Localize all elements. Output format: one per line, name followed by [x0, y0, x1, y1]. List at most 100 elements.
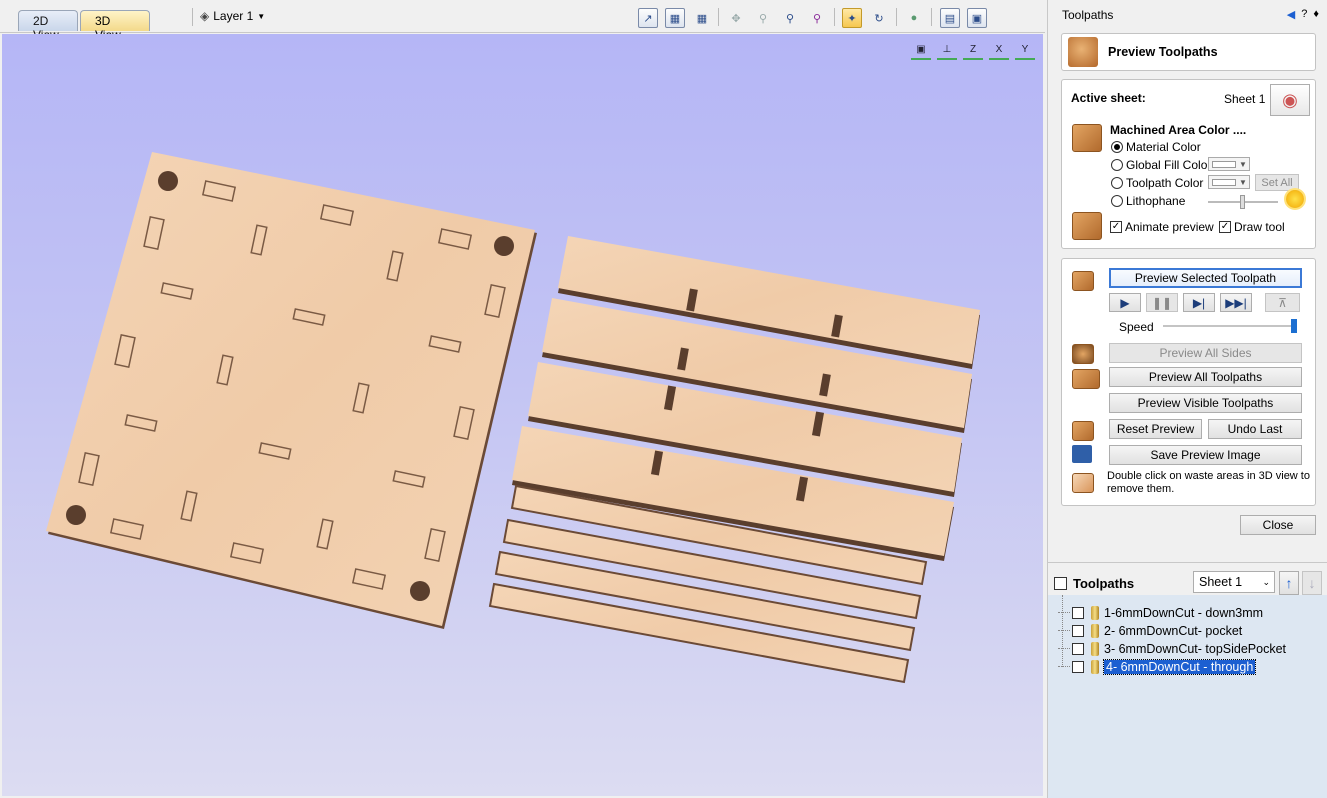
- machined-parts-render: [46, 152, 980, 684]
- move-up-button[interactable]: ↑: [1279, 571, 1299, 595]
- chevron-down-icon: ▼: [1239, 159, 1247, 169]
- reset-preview-button[interactable]: Reset Preview: [1109, 419, 1202, 439]
- active-sheet-label: Active sheet:: [1071, 91, 1146, 105]
- toolpath-item[interactable]: 1-6mmDownCut - down3mm: [1058, 604, 1263, 621]
- preview-selected-button[interactable]: Preview Selected Toolpath: [1109, 268, 1302, 288]
- base-panel: [46, 152, 537, 629]
- lithophane-slider[interactable]: [1208, 195, 1278, 209]
- toolpath-item[interactable]: 3- 6mmDownCut- topSidePocket: [1058, 640, 1287, 657]
- set-all-button[interactable]: Set All: [1255, 174, 1299, 191]
- preview-visible-button[interactable]: Preview Visible Toolpaths: [1109, 393, 1302, 413]
- machined-area-icon: [1072, 124, 1102, 152]
- radio-material-color[interactable]: [1111, 141, 1123, 153]
- sheet-dropdown[interactable]: Sheet 1 ⌄: [1193, 571, 1275, 593]
- pin-icon[interactable]: ◀: [1287, 8, 1295, 21]
- layer-dropdown[interactable]: ◈ Layer 1 ▼: [200, 9, 265, 23]
- transform-icon[interactable]: ↻: [869, 8, 889, 28]
- chevron-down-icon: ▼: [257, 11, 266, 21]
- toolpath-list-section: Toolpaths Sheet 1 ⌄ ↑ ↓ 1-6mmDownCut - d…: [1048, 562, 1327, 798]
- toolpath-item-selected[interactable]: 4- 6mmDownCut - through: [1058, 658, 1257, 675]
- sheet-dropdown-value: Sheet 1: [1199, 575, 1243, 589]
- draw-tool-label: Draw tool: [1234, 220, 1285, 234]
- viewport-pane: 2D View 3D View ◈ Layer 1 ▼ ↗ ▦ ▦ ✥ ⚲ ⚲ …: [0, 0, 1045, 798]
- view-toolbar: 2D View 3D View ◈ Layer 1 ▼ ↗ ▦ ▦ ✥ ⚲ ⚲ …: [0, 0, 1045, 42]
- toolpath-name: 4- 6mmDownCut - through: [1102, 658, 1257, 675]
- panel-header-icons: ◀ ? ♦: [1287, 8, 1319, 21]
- lithophane-option[interactable]: Lithophane: [1111, 194, 1185, 208]
- slider-thumb[interactable]: [1240, 195, 1245, 209]
- toolpath-checkbox[interactable]: [1072, 642, 1084, 655]
- pause-icon: ❚❚: [1151, 295, 1173, 310]
- toolpath-color-option[interactable]: Toolpath Color: [1111, 176, 1203, 190]
- pan-icon[interactable]: ✥: [726, 8, 746, 28]
- toolpath-checkbox[interactable]: [1072, 606, 1084, 619]
- skip-end-button[interactable]: ▶▶|: [1220, 293, 1252, 312]
- slider-thumb[interactable]: [1291, 319, 1297, 333]
- node-icon[interactable]: ▦: [665, 8, 685, 28]
- layers-icon: ◈: [200, 9, 210, 23]
- tab-2d-view[interactable]: 2D View: [18, 10, 78, 42]
- drill-bit-icon: [1091, 605, 1099, 620]
- stop-icon: ⊼: [1278, 295, 1287, 310]
- toolpaths-label: Toolpaths: [1073, 576, 1135, 591]
- preview-all-toolpaths-icon: [1072, 369, 1100, 389]
- color-swatch: [1212, 178, 1236, 186]
- float-icon[interactable]: ♦: [1313, 8, 1319, 21]
- speed-slider[interactable]: [1163, 319, 1297, 333]
- global-fill-option[interactable]: Global Fill Color: [1111, 158, 1211, 172]
- save-preview-image-button[interactable]: Save Preview Image: [1109, 445, 1302, 465]
- zoom-box-icon[interactable]: ⚲: [753, 8, 773, 28]
- toolpath-checkbox[interactable]: [1072, 624, 1084, 637]
- pause-button[interactable]: ❚❚: [1146, 293, 1178, 312]
- tree-line: [1062, 595, 1063, 667]
- toolpath-checkbox[interactable]: [1072, 660, 1084, 673]
- tab-3d-view[interactable]: 3D View: [80, 10, 150, 42]
- preview-title-box: Preview Toolpaths: [1061, 33, 1316, 71]
- palette-icon[interactable]: ◉: [1270, 84, 1310, 116]
- tree-branch: [1058, 612, 1070, 613]
- play-icon: ▶: [1120, 295, 1130, 310]
- help-icon[interactable]: ?: [1301, 8, 1307, 21]
- zoom-fit-icon[interactable]: ⚲: [780, 8, 800, 28]
- 3d-scene[interactable]: ▣ ⊥ Z X Y: [2, 34, 1043, 796]
- step-button[interactable]: ▶|: [1183, 293, 1215, 312]
- move-down-button[interactable]: ↓: [1302, 571, 1322, 595]
- close-button[interactable]: Close: [1240, 515, 1316, 535]
- snap-icon[interactable]: ✦: [842, 8, 862, 28]
- toolpath-item[interactable]: 2- 6mmDownCut- pocket: [1058, 622, 1242, 639]
- toolpath-list: 1-6mmDownCut - down3mm 2- 6mmDownCut- po…: [1048, 595, 1327, 798]
- undo-last-button[interactable]: Undo Last: [1208, 419, 1302, 439]
- color-swatch: [1212, 160, 1236, 168]
- checkbox-draw-tool[interactable]: ✓: [1219, 221, 1231, 233]
- checkbox-all-toolpaths[interactable]: [1054, 577, 1067, 590]
- radio-lithophane[interactable]: [1111, 195, 1123, 207]
- toolpath-color-picker[interactable]: ▼: [1208, 175, 1250, 189]
- toolpath-color-label: Toolpath Color: [1126, 176, 1204, 190]
- lithophane-label: Lithophane: [1126, 194, 1186, 208]
- preview-all-toolpaths-button[interactable]: Preview All Toolpaths: [1109, 367, 1302, 387]
- layout-icon[interactable]: ▣: [967, 8, 987, 28]
- active-sheet-value: Sheet 1: [1224, 92, 1266, 106]
- stop-button[interactable]: ⊼: [1265, 293, 1300, 312]
- select-icon[interactable]: ↗: [638, 8, 658, 28]
- grid-icon[interactable]: ▦: [692, 8, 712, 28]
- radio-global-fill[interactable]: [1111, 159, 1123, 171]
- split-view-icon[interactable]: ▤: [940, 8, 960, 28]
- draw-tool-option[interactable]: ✓ Draw tool: [1219, 220, 1285, 234]
- model-icon[interactable]: ●: [904, 8, 924, 28]
- zoom-selected-icon[interactable]: ⚲: [807, 8, 827, 28]
- toolpaths-panel: Toolpaths ◀ ? ♦ Preview Toolpaths Active…: [1047, 0, 1327, 798]
- preview-all-sides-button[interactable]: Preview All Sides: [1109, 343, 1302, 363]
- material-color-option[interactable]: Material Color: [1111, 140, 1201, 154]
- toolbar-separator: [192, 8, 193, 26]
- animate-preview-option[interactable]: ✓ Animate preview: [1110, 220, 1214, 234]
- checkbox-animate-preview[interactable]: ✓: [1110, 221, 1122, 233]
- play-button[interactable]: ▶: [1109, 293, 1141, 312]
- reset-preview-icon: [1072, 421, 1094, 441]
- section-divider: [1048, 562, 1327, 563]
- radio-toolpath-color[interactable]: [1111, 177, 1123, 189]
- toolbar-separator: [896, 8, 897, 26]
- global-fill-color-picker[interactable]: ▼: [1208, 157, 1250, 171]
- sheet-options-box: Active sheet: Sheet 1 ◉ Machined Area Co…: [1061, 79, 1316, 249]
- toolpath-name: 3- 6mmDownCut- topSidePocket: [1104, 641, 1287, 656]
